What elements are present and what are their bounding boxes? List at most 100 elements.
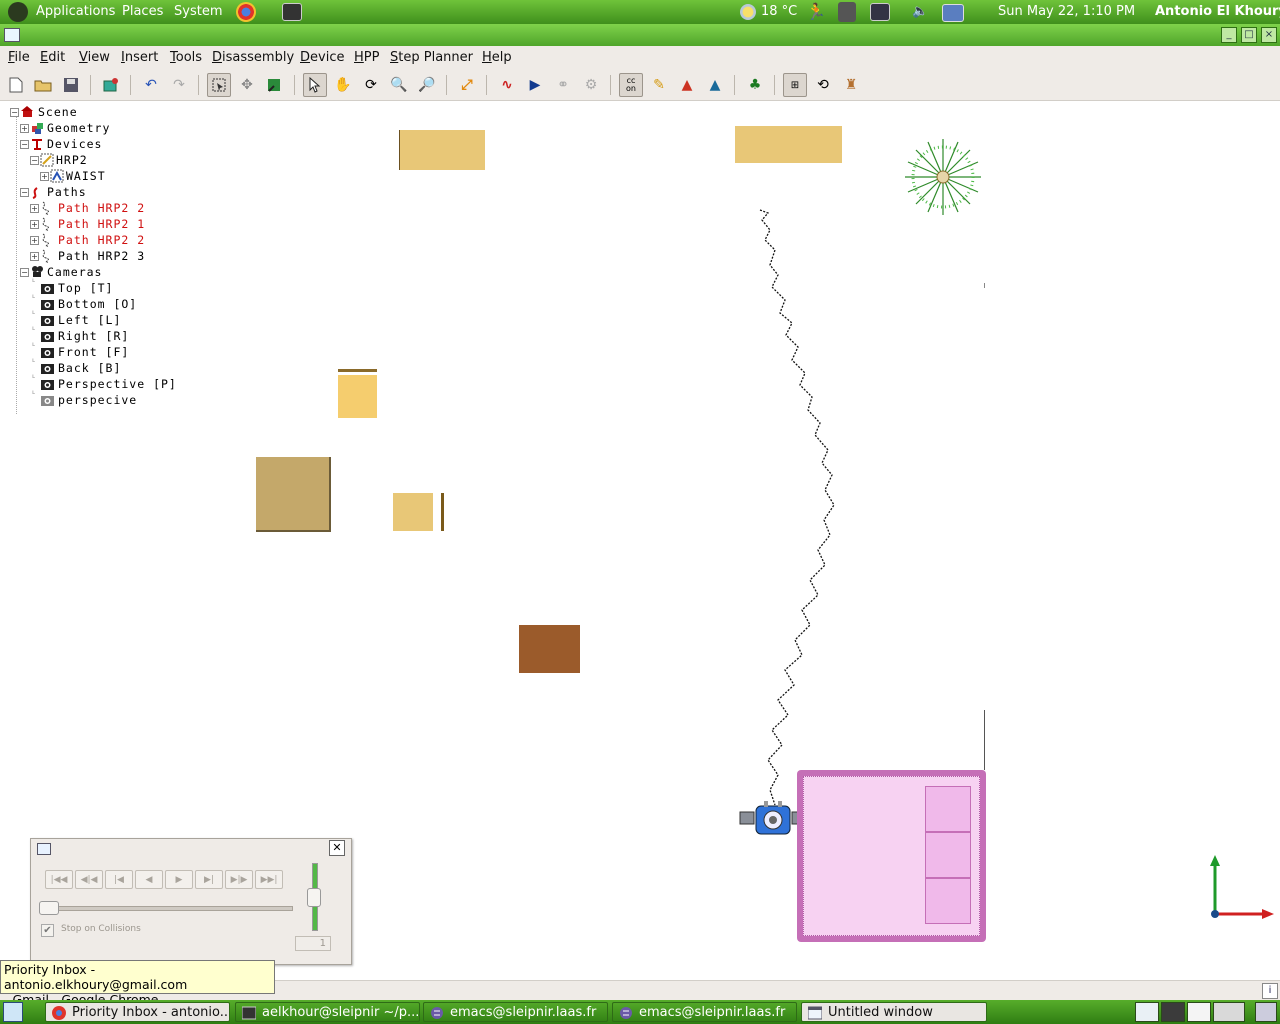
menu-hpp[interactable]: HPP bbox=[354, 50, 379, 65]
lock-icon[interactable] bbox=[838, 2, 856, 22]
undo-icon[interactable]: ↶ bbox=[139, 73, 163, 97]
expand-icon[interactable]: + bbox=[30, 236, 39, 245]
collapse-icon[interactable]: − bbox=[30, 156, 39, 165]
maximize-button[interactable]: □ bbox=[1241, 27, 1257, 43]
close-dialog-button[interactable]: ✕ bbox=[329, 840, 345, 856]
menu-disassembly[interactable]: Disassembly bbox=[212, 50, 294, 65]
open-file-icon[interactable] bbox=[31, 73, 55, 97]
system-monitor-icon[interactable] bbox=[870, 3, 890, 21]
rotate-icon[interactable]: ⟳ bbox=[359, 73, 383, 97]
taskbar-item[interactable]: Untitled window bbox=[801, 1002, 987, 1022]
menu-tools[interactable]: Tools bbox=[170, 50, 202, 65]
weather-temperature[interactable]: 18 °C bbox=[761, 4, 797, 19]
chair-object[interactable] bbox=[338, 369, 377, 418]
system-menu[interactable]: System bbox=[174, 4, 222, 19]
hand-icon[interactable]: ✋ bbox=[331, 73, 355, 97]
play-icon[interactable]: ▶ bbox=[523, 73, 547, 97]
speed-slider-handle[interactable] bbox=[307, 888, 321, 907]
timeline-slider-track[interactable] bbox=[45, 906, 293, 911]
new-file-icon[interactable] bbox=[4, 73, 28, 97]
transform-icon[interactable] bbox=[263, 73, 287, 97]
collapse-icon[interactable]: − bbox=[20, 188, 29, 197]
workspace-switcher-4[interactable] bbox=[1213, 1002, 1245, 1022]
table-object[interactable] bbox=[256, 457, 331, 532]
menu-step-planner[interactable]: Step Planner bbox=[390, 50, 473, 65]
collapse-icon[interactable]: − bbox=[10, 108, 19, 117]
volume-icon[interactable]: 🔈 bbox=[912, 4, 932, 20]
bed-object[interactable] bbox=[797, 770, 986, 942]
menu-file[interactable]: File bbox=[8, 50, 30, 65]
table-object[interactable] bbox=[399, 130, 485, 170]
running-man-icon[interactable]: 🏃 bbox=[806, 2, 826, 22]
dialog-menu-icon[interactable] bbox=[37, 843, 51, 855]
chrome-launcher-icon[interactable] bbox=[236, 2, 256, 22]
places-menu[interactable]: Places bbox=[122, 4, 163, 19]
first-frame-button[interactable]: |◀◀ bbox=[45, 870, 73, 889]
redo-icon[interactable]: ↷ bbox=[167, 73, 191, 97]
select-mode-icon[interactable] bbox=[207, 73, 231, 97]
step-forward-button[interactable]: ▶| bbox=[195, 870, 223, 889]
trash-icon[interactable] bbox=[1255, 1002, 1277, 1022]
play-forward-button[interactable]: ▶ bbox=[165, 870, 193, 889]
tree-red-icon[interactable]: ▲ bbox=[675, 73, 699, 97]
expand-icon[interactable]: + bbox=[40, 172, 49, 181]
window-titlebar[interactable]: _ □ × bbox=[0, 24, 1280, 46]
user-name[interactable]: Antonio El Khoury bbox=[1155, 4, 1280, 19]
workspace-switcher-1[interactable] bbox=[1135, 1002, 1159, 1022]
workspace-switcher-2[interactable] bbox=[1161, 1002, 1185, 1022]
collision-on-icon[interactable]: cc on bbox=[619, 73, 643, 97]
zoom-fit-icon[interactable]: 🔎 bbox=[415, 73, 439, 97]
gnome-foot-icon[interactable] bbox=[8, 2, 28, 22]
curve-icon[interactable]: ∿ bbox=[495, 73, 519, 97]
taskbar-item[interactable]: emacs@sleipnir.laas.fr bbox=[612, 1002, 797, 1022]
link-icon[interactable]: ⚭ bbox=[551, 73, 575, 97]
speed-value-field[interactable]: 1 bbox=[295, 936, 331, 951]
table-object[interactable] bbox=[735, 126, 842, 163]
timeline-slider-handle[interactable] bbox=[39, 901, 59, 915]
applications-menu[interactable]: Applications bbox=[36, 4, 115, 19]
path-player-dialog[interactable]: ✕ |◀◀ ◀|◀ |◀ ◀ ▶ ▶| ▶|▶ ▶▶| ✔ Stop on Co… bbox=[30, 838, 352, 965]
collapse-icon[interactable]: − bbox=[20, 268, 29, 277]
expand-icon[interactable]: + bbox=[20, 124, 29, 133]
close-window-button[interactable]: × bbox=[1261, 27, 1277, 43]
gear-icon[interactable]: ⚙ bbox=[579, 73, 603, 97]
plant-object[interactable] bbox=[902, 136, 984, 218]
info-icon[interactable]: i bbox=[1262, 983, 1278, 999]
window-menu-icon[interactable] bbox=[4, 28, 20, 42]
clock[interactable]: Sun May 22, 1:10 PM bbox=[998, 4, 1135, 19]
chair-object[interactable] bbox=[393, 493, 444, 531]
stop-on-collisions-checkbox[interactable]: ✔ bbox=[41, 924, 54, 937]
expand-icon[interactable]: + bbox=[30, 220, 39, 229]
resize-icon[interactable]: ⤢ bbox=[455, 73, 479, 97]
taskbar-item[interactable]: emacs@sleipnir.laas.fr bbox=[423, 1002, 608, 1022]
step-back-fast-button[interactable]: ◀|◀ bbox=[75, 870, 103, 889]
play-backward-button[interactable]: ◀ bbox=[135, 870, 163, 889]
menu-edit[interactable]: Edit bbox=[40, 50, 65, 65]
import-icon[interactable] bbox=[99, 73, 123, 97]
terminal-launcher-icon[interactable] bbox=[282, 3, 302, 21]
frames-icon[interactable]: ⊞ bbox=[783, 73, 807, 97]
minimize-button[interactable]: _ bbox=[1221, 27, 1237, 43]
workspace-switcher-3[interactable] bbox=[1187, 1002, 1211, 1022]
menu-view[interactable]: View bbox=[79, 50, 110, 65]
expand-icon[interactable]: + bbox=[30, 204, 39, 213]
collapse-icon[interactable]: − bbox=[20, 140, 29, 149]
step-forward-fast-button[interactable]: ▶|▶ bbox=[225, 870, 253, 889]
pointer-icon[interactable] bbox=[303, 73, 327, 97]
weather-icon[interactable] bbox=[740, 4, 756, 20]
zoom-icon[interactable]: 🔍 bbox=[387, 73, 411, 97]
step-back-button[interactable]: |◀ bbox=[105, 870, 133, 889]
tree-green-icon[interactable]: ♣ bbox=[743, 73, 767, 97]
show-desktop-icon[interactable] bbox=[3, 1002, 23, 1022]
expand-icon[interactable]: + bbox=[30, 252, 39, 261]
taskbar-item[interactable]: aelkhour@sleipnir ~/p... bbox=[235, 1002, 420, 1022]
last-frame-button[interactable]: ▶▶| bbox=[255, 870, 283, 889]
ruler-icon[interactable]: ✎ bbox=[647, 73, 671, 97]
taskbar-item[interactable]: Priority Inbox - antonio... bbox=[45, 1002, 230, 1022]
menu-insert[interactable]: Insert bbox=[121, 50, 158, 65]
robot-icon[interactable]: ♜ bbox=[839, 73, 863, 97]
save-icon[interactable] bbox=[59, 73, 83, 97]
menu-device[interactable]: Device bbox=[300, 50, 344, 65]
move-icon[interactable]: ✥ bbox=[235, 73, 259, 97]
menu-help[interactable]: Help bbox=[482, 50, 512, 65]
